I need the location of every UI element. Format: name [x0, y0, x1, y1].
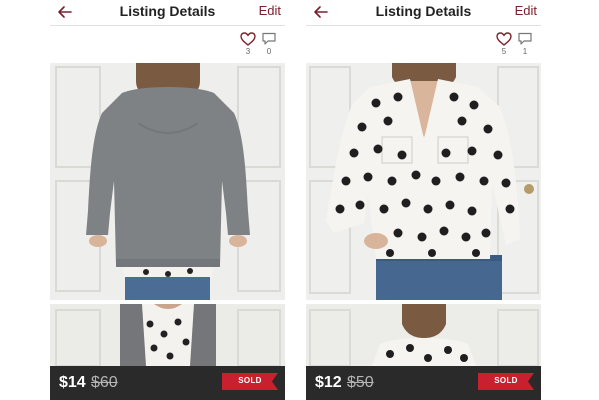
listing-photo-secondary[interactable] [306, 304, 541, 366]
edit-button[interactable]: Edit [515, 3, 537, 18]
nav-bar: Listing Details Edit [50, 0, 285, 26]
price-current: $12 [315, 374, 342, 391]
sold-badge: SOLD [222, 373, 278, 390]
listing-photo-secondary[interactable] [50, 304, 285, 366]
price-original: $60 [91, 374, 118, 391]
listing-panel-right: Listing Details Edit 5 1 $12 $50 SOLD [306, 0, 541, 400]
price-current: $14 [59, 374, 86, 391]
edit-button[interactable]: Edit [259, 3, 281, 18]
sold-label: SOLD [238, 376, 262, 385]
like-count: 5 [501, 47, 507, 56]
comment-icon [262, 32, 276, 45]
like-button[interactable]: 3 [238, 32, 258, 56]
comment-button[interactable]: 0 [259, 32, 279, 56]
price-bar: $14 $60 SOLD [50, 366, 285, 400]
comment-icon [518, 32, 532, 45]
like-count: 3 [245, 47, 251, 56]
heart-icon [240, 32, 256, 46]
comment-button[interactable]: 1 [515, 32, 535, 56]
nav-bar: Listing Details Edit [306, 0, 541, 26]
listing-panel-left: Listing Details Edit 3 0 $14 $60 SOLD [50, 0, 285, 400]
heart-icon [496, 32, 512, 46]
arrow-left-icon[interactable] [312, 3, 330, 21]
comment-count: 0 [266, 47, 272, 56]
like-button[interactable]: 5 [494, 32, 514, 56]
page-title: Listing Details [119, 3, 216, 19]
sold-label: SOLD [494, 376, 518, 385]
sold-badge: SOLD [478, 373, 534, 390]
stats-bar: 5 1 [306, 26, 541, 63]
price-original: $50 [347, 374, 374, 391]
arrow-left-icon[interactable] [56, 3, 74, 21]
listing-photo-main[interactable] [50, 63, 285, 300]
page-title: Listing Details [375, 3, 472, 19]
listing-photo-main[interactable] [306, 63, 541, 300]
comment-count: 1 [522, 47, 528, 56]
price-bar: $12 $50 SOLD [306, 366, 541, 400]
stats-bar: 3 0 [50, 26, 285, 63]
